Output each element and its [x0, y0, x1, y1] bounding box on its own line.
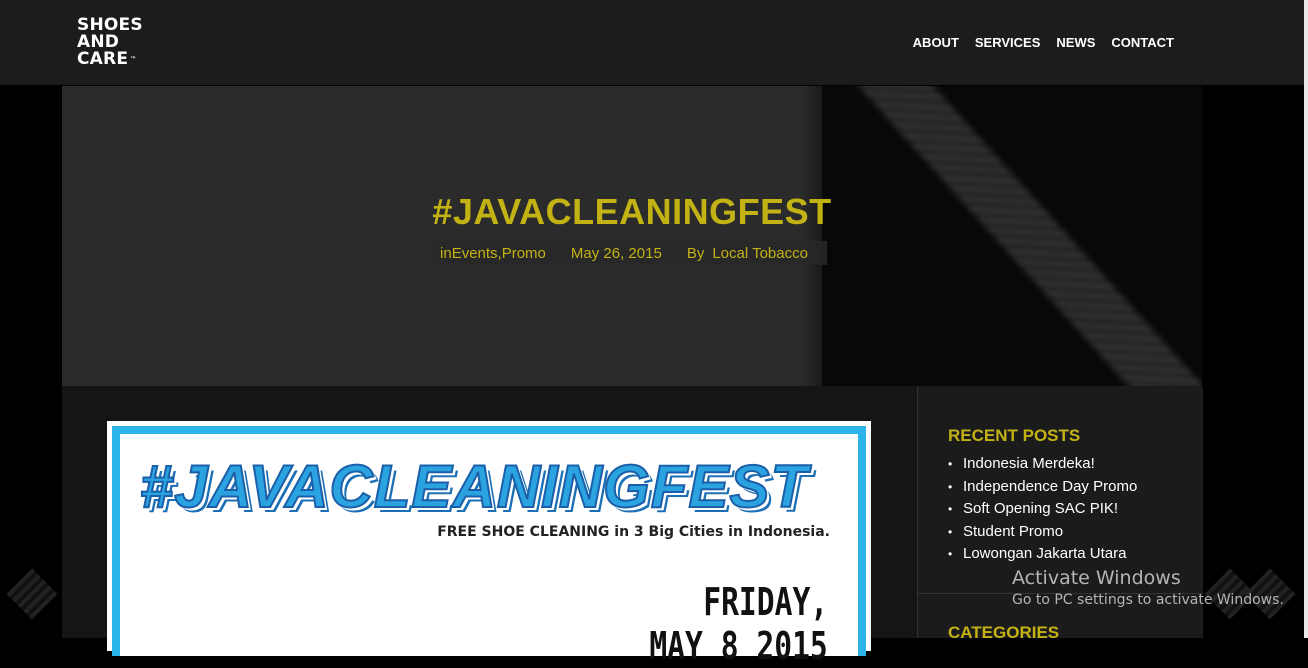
bullet-icon: •: [948, 457, 953, 471]
bullet-icon: •: [948, 524, 953, 539]
meta-by-label: By: [686, 244, 705, 262]
image-frame: #JAVACLEANINGFEST FREE SHOE CLEANING in …: [112, 426, 866, 668]
post-title: #JAVACLEANINGFEST: [432, 191, 832, 232]
categories-heading: CATEGORIES: [948, 623, 1060, 642]
logo-line-3: CARE ™: [77, 49, 137, 69]
recent-post-link[interactable]: Student Promo: [963, 521, 1063, 544]
category-events-link[interactable]: Events: [452, 245, 498, 262]
activate-windows-subtitle: Go to PC settings to activate Windows.: [1012, 592, 1284, 608]
site-header: SHOES AND CARE ™ ABOUT SERVICES NEWS CONT…: [0, 0, 1304, 85]
nav-about[interactable]: ABOUT: [913, 35, 959, 50]
recent-posts-heading: RECENT POSTS: [948, 426, 1081, 445]
category-promo-link[interactable]: Promo: [502, 245, 546, 262]
post-featured-image[interactable]: #JAVACLEANINGFEST FREE SHOE CLEANING in …: [107, 421, 871, 668]
post-date: May 26, 2015: [570, 244, 662, 262]
author-link[interactable]: Local Tobacco: [712, 245, 808, 262]
list-item: • Soft Opening SAC PIK!: [948, 498, 1137, 521]
main-nav: ABOUT SERVICES NEWS CONTACT: [913, 35, 1174, 50]
image-subtitle: FREE SHOE CLEANING in 3 Big Cities in In…: [437, 524, 830, 540]
scrollbar[interactable]: [1304, 0, 1308, 638]
nav-news[interactable]: NEWS: [1056, 35, 1095, 50]
image-title: #JAVACLEANINGFEST: [139, 452, 809, 521]
meta-in-label: in: [440, 244, 452, 262]
post-meta: in Events , Promo May 26, 2015 By Local …: [432, 241, 827, 265]
list-item: • Student Promo: [948, 521, 1137, 544]
post-content: #JAVACLEANINGFEST FREE SHOE CLEANING in …: [62, 386, 917, 668]
bullet-icon: •: [948, 547, 953, 561]
recent-post-link[interactable]: Soft Opening SAC PIK!: [963, 498, 1118, 521]
trademark-mark: ™: [130, 56, 137, 63]
recent-post-link[interactable]: Indonesia Merdeka!: [963, 453, 1095, 476]
image-date: MAY 8 2015: [649, 624, 828, 668]
nav-services[interactable]: SERVICES: [975, 35, 1041, 50]
site-logo[interactable]: SHOES AND CARE ™: [77, 17, 143, 68]
recent-posts-list: • Indonesia Merdeka! • Independence Day Pr…: [948, 453, 1137, 566]
list-item: • Lowongan Jakarta Utara: [948, 543, 1137, 566]
diamond-pattern-icon: [6, 568, 58, 620]
recent-post-link[interactable]: Lowongan Jakarta Utara: [963, 543, 1126, 566]
bullet-icon: •: [948, 479, 953, 494]
list-item: • Independence Day Promo: [948, 476, 1137, 499]
activate-windows-title: Activate Windows: [1012, 567, 1181, 589]
post-hero: #JAVACLEANINGFEST in Events , Promo May …: [62, 86, 1202, 386]
image-day: FRIDAY,: [703, 580, 828, 624]
nav-contact[interactable]: CONTACT: [1111, 35, 1174, 50]
bullet-icon: •: [948, 502, 953, 516]
recent-post-link[interactable]: Independence Day Promo: [963, 476, 1137, 499]
list-item: • Indonesia Merdeka!: [948, 453, 1137, 476]
